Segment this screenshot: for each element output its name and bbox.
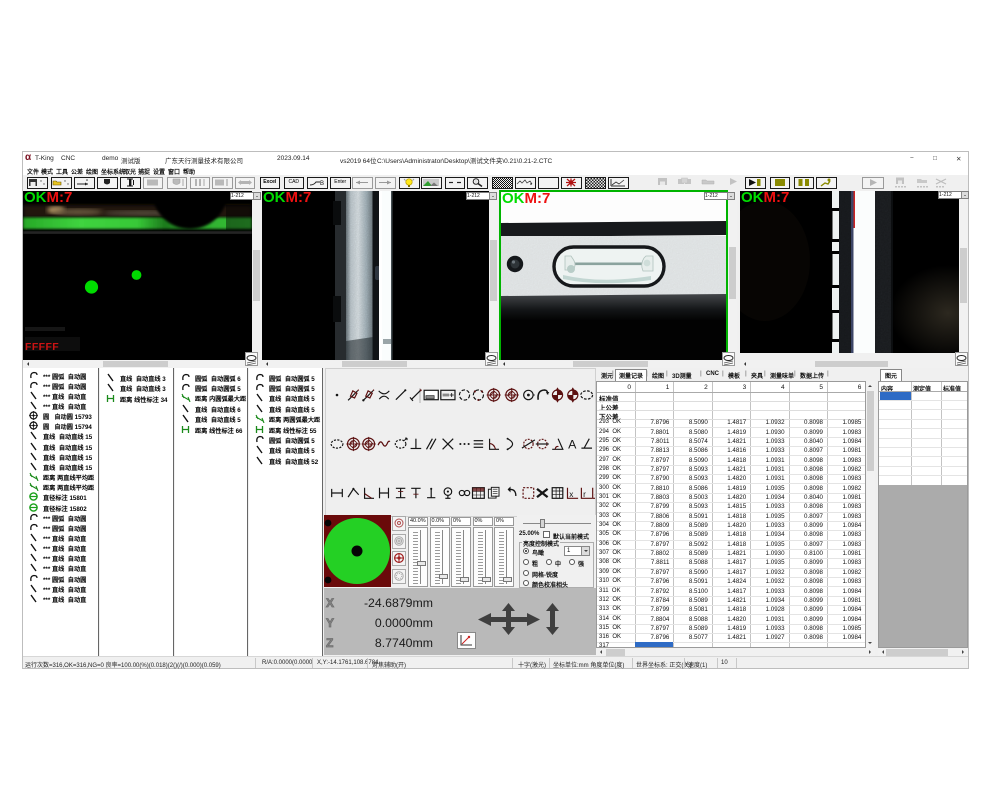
svg-text:FFFFF: FFFFF bbox=[25, 341, 59, 353]
svg-text:B: B bbox=[320, 181, 324, 187]
svg-text:r: r bbox=[583, 490, 586, 499]
svg-text:o: o bbox=[594, 490, 595, 499]
svg-text:A: A bbox=[568, 438, 577, 452]
